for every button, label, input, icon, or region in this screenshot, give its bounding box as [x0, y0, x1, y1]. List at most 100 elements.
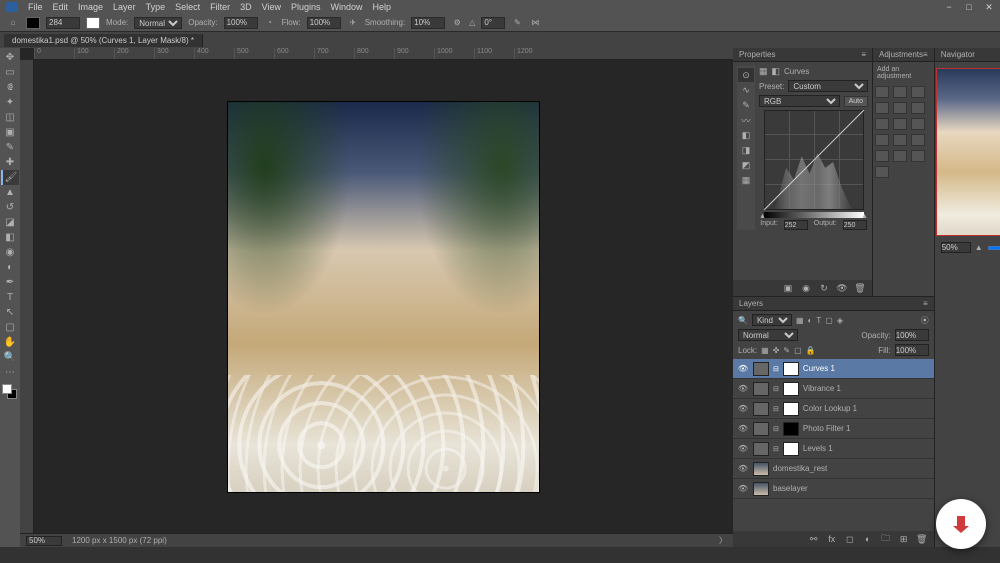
properties-tab[interactable]: Properties [739, 50, 775, 59]
settings-gear-icon[interactable]: ⚙ [451, 17, 463, 29]
blur-tool-icon[interactable]: ◉ [1, 245, 19, 260]
pressure-opacity-icon[interactable]: ◔ [264, 17, 276, 29]
zoom-input[interactable] [26, 536, 62, 546]
adj-photofilter-icon[interactable] [911, 118, 925, 130]
brush-tool-icon[interactable]: 🖌 [1, 170, 19, 185]
visibility-icon[interactable]: 👁 [737, 424, 749, 433]
adj-invert-icon[interactable] [911, 134, 925, 146]
lock-all-icon[interactable]: ▦ [761, 346, 769, 355]
edit-toolbar-icon[interactable]: ⋯ [1, 365, 19, 380]
zoom-tool-icon[interactable]: 🔍 [1, 350, 19, 365]
new-group-icon[interactable]: 🗀 [880, 533, 892, 545]
adj-exposure-icon[interactable] [875, 102, 889, 114]
adj-mixer-icon[interactable] [875, 134, 889, 146]
visibility-icon[interactable]: 👁 [737, 384, 749, 393]
filter-pixel-icon[interactable]: ▦ [796, 316, 804, 325]
crop-tool-icon[interactable]: ◫ [1, 110, 19, 125]
healing-tool-icon[interactable]: ✚ [1, 155, 19, 170]
document-tab[interactable]: domestika1.psd @ 50% (Curves 1, Layer Ma… [4, 34, 203, 47]
delete-layer-icon[interactable]: 🗑 [916, 533, 928, 545]
clip-icon[interactable]: ▣ [782, 282, 794, 294]
menu-select[interactable]: Select [175, 2, 200, 12]
filter-toggle-icon[interactable]: ⦿ [921, 315, 929, 326]
mode-select[interactable]: Normal [134, 17, 182, 29]
visibility-icon[interactable]: 👁 [737, 484, 749, 493]
layer-row[interactable]: 👁baselayer [733, 479, 934, 499]
symmetry-icon[interactable]: ⋈ [529, 17, 541, 29]
layer-row[interactable]: 👁⊟Color Lookup 1 [733, 399, 934, 419]
new-layer-icon[interactable]: ⊞ [898, 533, 910, 545]
lock-artboard-icon[interactable]: ▢ [794, 346, 802, 355]
layer-opacity-input[interactable] [895, 329, 929, 341]
adj-bw-icon[interactable] [893, 118, 907, 130]
blend-mode-select[interactable]: Normal [738, 329, 798, 341]
pressure-size-icon[interactable]: ✎ [511, 17, 523, 29]
opacity-input[interactable] [224, 17, 258, 29]
home-icon[interactable]: ⌂ [6, 16, 20, 30]
lasso-tool-icon[interactable]: ⟃ [1, 80, 19, 95]
angle-input[interactable] [481, 17, 505, 29]
layer-mask-icon[interactable]: ◻ [844, 533, 856, 545]
panel-menu-icon[interactable]: ≡ [923, 299, 928, 308]
menu-window[interactable]: Window [331, 2, 363, 12]
menu-filter[interactable]: Filter [210, 2, 230, 12]
history-brush-tool-icon[interactable]: ↺ [1, 200, 19, 215]
layer-row[interactable]: 👁⊟Vibrance 1 [733, 379, 934, 399]
layers-tab[interactable]: Layers [739, 299, 763, 308]
auto-button[interactable]: Auto [844, 96, 868, 107]
filter-text-icon[interactable]: T [816, 316, 821, 325]
pen-tool-icon[interactable]: ✒ [1, 275, 19, 290]
domestika-badge-icon[interactable] [936, 499, 986, 549]
layer-filter-select[interactable]: Kind [752, 314, 792, 326]
move-tool-icon[interactable]: ✥ [1, 50, 19, 65]
fill-input[interactable] [895, 344, 929, 356]
filter-shape-icon[interactable]: ▢ [825, 316, 833, 325]
flow-input[interactable] [307, 17, 341, 29]
color-swatch[interactable] [2, 384, 18, 398]
curves-clip-icon[interactable]: ▦ [738, 173, 754, 187]
link-layers-icon[interactable]: ⚯ [808, 533, 820, 545]
adj-threshold-icon[interactable] [893, 150, 907, 162]
path-tool-icon[interactable]: ↖ [1, 305, 19, 320]
navigator-preview[interactable] [936, 68, 1000, 236]
menu-3d[interactable]: 3D [240, 2, 252, 12]
adj-balance-icon[interactable] [875, 118, 889, 130]
menu-image[interactable]: Image [78, 2, 103, 12]
menu-edit[interactable]: Edit [53, 2, 69, 12]
panel-menu-icon[interactable]: ≡ [861, 50, 866, 59]
marquee-tool-icon[interactable]: ▭ [1, 65, 19, 80]
curves-pencil-icon[interactable]: ✎ [738, 98, 754, 112]
curves-white-icon[interactable]: ◩ [738, 158, 754, 172]
nav-zoom-slider[interactable] [987, 246, 1000, 250]
channel-select[interactable]: RGB [759, 95, 840, 107]
adj-selective-icon[interactable] [875, 166, 889, 178]
maximize-button[interactable]: □ [964, 2, 974, 12]
input-value[interactable] [784, 220, 808, 230]
visibility-icon[interactable]: 👁 [737, 464, 749, 473]
preset-select[interactable]: Custom [788, 80, 868, 92]
document-canvas[interactable] [228, 102, 539, 492]
toggle-vis-icon[interactable]: 👁 [836, 282, 848, 294]
brush-size-input[interactable] [46, 17, 80, 29]
lock-icon[interactable]: 🔒 [806, 346, 816, 355]
adj-brightness-icon[interactable] [875, 86, 889, 98]
output-value[interactable] [843, 220, 867, 230]
dodge-tool-icon[interactable]: ◐ [1, 260, 19, 275]
layer-row[interactable]: 👁⊟Curves 1 [733, 359, 934, 379]
adj-vibrance-icon[interactable] [893, 102, 907, 114]
new-adj-icon[interactable]: ◐ [862, 533, 874, 545]
view-prev-icon[interactable]: ◉ [800, 282, 812, 294]
layer-fx-icon[interactable]: fx [826, 533, 838, 545]
adj-levels-icon[interactable] [893, 86, 907, 98]
curves-smooth-icon[interactable]: 〰 [738, 113, 754, 127]
airbrush-icon[interactable]: ✈ [347, 17, 359, 29]
reset-icon[interactable]: ↻ [818, 282, 830, 294]
menu-view[interactable]: View [262, 2, 281, 12]
visibility-icon[interactable]: 👁 [737, 404, 749, 413]
zoom-out-icon[interactable]: ▲ [975, 243, 983, 252]
navigator-tab[interactable]: Navigator [941, 50, 975, 59]
adj-hue-icon[interactable] [911, 102, 925, 114]
visibility-icon[interactable]: 👁 [737, 444, 749, 453]
menu-type[interactable]: Type [146, 2, 166, 12]
frame-tool-icon[interactable]: ▣ [1, 125, 19, 140]
